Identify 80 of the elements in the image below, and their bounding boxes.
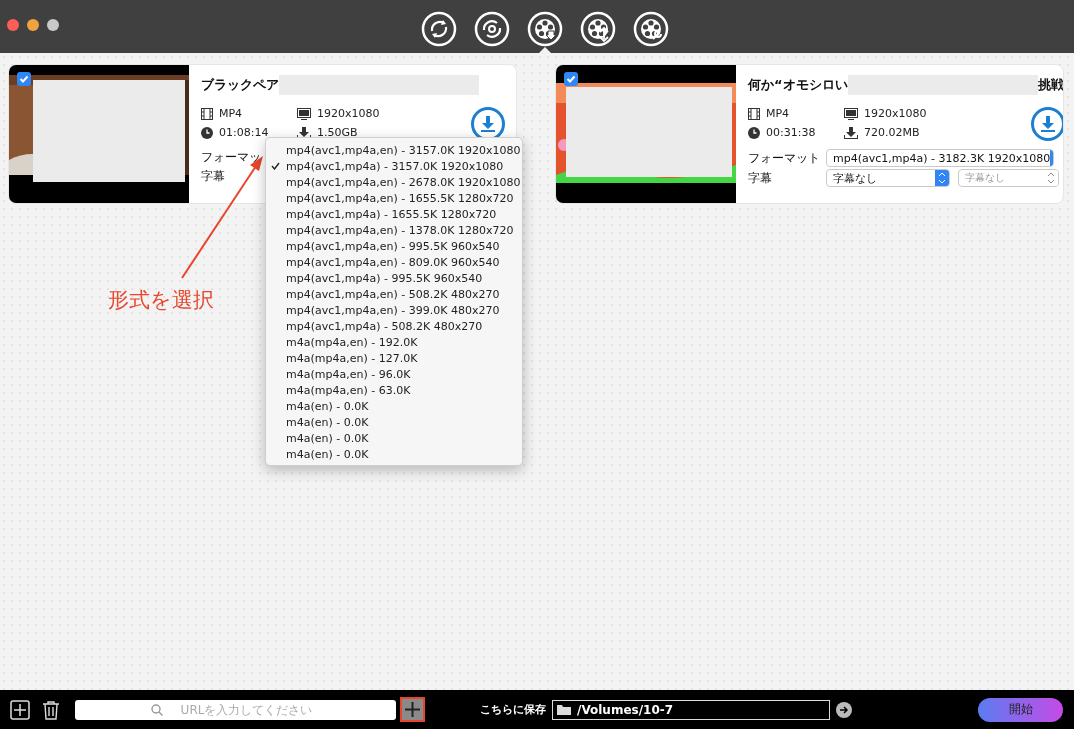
clock-icon — [748, 126, 760, 139]
folder-icon — [557, 704, 571, 715]
format-label: フォーマット — [748, 149, 818, 167]
close-button[interactable] — [7, 19, 19, 31]
film-reel-arrows-icon — [580, 11, 616, 47]
download-arrow-icon — [1040, 116, 1055, 132]
select-value: mp4(avc1,mp4a) - 3182.3K 1920x1080 — [833, 151, 1051, 165]
video-title: 何か“オモシロい — [748, 76, 848, 94]
format-option[interactable]: m4a(mp4a,en) - 127.0K — [266, 350, 522, 366]
format-option[interactable]: m4a(en) - 0.0K — [266, 398, 522, 414]
format-option[interactable]: mp4(avc1,mp4a,en) - 809.0K 960x540 — [266, 254, 522, 270]
subtitle-label: 字幕 — [201, 168, 226, 185]
monitor-icon — [297, 107, 311, 120]
resolution-text: 1920x1080 — [317, 107, 380, 120]
format-option[interactable]: m4a(en) - 0.0K — [266, 430, 522, 446]
format-select[interactable]: mp4(avc1,mp4a) - 3182.3K 1920x1080 — [826, 149, 1054, 167]
subtitle-select[interactable]: 字幕なし — [826, 169, 950, 187]
select-value: 字幕なし — [965, 171, 1005, 185]
save-path-field[interactable]: /Volumes/10-7 — [552, 699, 830, 720]
zoom-button[interactable] — [47, 19, 59, 31]
url-field[interactable]: URLを入力してください — [75, 699, 396, 720]
film-icon — [748, 107, 760, 120]
plus-icon — [404, 701, 421, 718]
toolbar-tab[interactable] — [421, 11, 457, 47]
format-option[interactable]: mp4(avc1,mp4a) - 995.5K 960x540 — [266, 270, 522, 286]
download-button[interactable] — [1030, 107, 1063, 141]
save-label: こちらに保存 — [480, 702, 546, 717]
format-option[interactable]: m4a(en) - 0.0K — [266, 446, 522, 462]
format-option[interactable]: mp4(avc1,mp4a,en) - 399.0K 480x270 — [266, 302, 522, 318]
toolbar-tab[interactable] — [474, 11, 510, 47]
format-option[interactable]: mp4(avc1,mp4a) - 3157.0K 1920x1080 — [266, 158, 522, 174]
format-option[interactable]: mp4(avc1,mp4a,en) - 1655.5K 1280x720 — [266, 190, 522, 206]
format-option[interactable]: mp4(avc1,mp4a,en) - 508.2K 480x270 — [266, 286, 522, 302]
toolbar-tab[interactable] — [633, 11, 669, 47]
format-option[interactable]: m4a(mp4a,en) - 63.0K — [266, 382, 522, 398]
select-value: 字幕なし — [833, 170, 877, 186]
video-title: ブラックペア — [201, 76, 279, 94]
size-text: 720.02MB — [864, 126, 920, 139]
format-option[interactable]: mp4(avc1,mp4a) - 1655.5K 1280x720 — [266, 206, 522, 222]
clock-icon — [201, 126, 213, 139]
format-text: MP4 — [766, 107, 790, 120]
arrow-right-button[interactable] — [836, 701, 852, 718]
video-checkbox[interactable] — [564, 72, 578, 86]
format-option[interactable]: mp4(avc1,mp4a,en) - 1378.0K 1280x720 — [266, 222, 522, 238]
video-title: 挑戦 — [1037, 76, 1063, 94]
video-checkbox[interactable] — [17, 72, 31, 86]
add-icon[interactable] — [10, 699, 30, 720]
resolution-text: 1920x1080 — [864, 107, 927, 120]
duration-text: 01:08:14 — [219, 126, 269, 139]
format-option[interactable]: m4a(mp4a,en) - 192.0K — [266, 334, 522, 350]
download-arrow-icon — [481, 116, 495, 132]
arrow-right-icon — [839, 704, 849, 715]
stepper-icon — [935, 170, 949, 186]
sync-icon — [421, 11, 457, 47]
format-option[interactable]: mp4(avc1,mp4a,en) - 2678.0K 1920x1080 — [266, 174, 522, 190]
download-icon — [297, 126, 311, 139]
size-text: 1.50GB — [317, 126, 358, 139]
add-url-button[interactable] — [400, 697, 425, 722]
format-option[interactable]: m4a(mp4a,en) - 96.0K — [266, 366, 522, 382]
annotation-text: 形式を選択 — [108, 287, 214, 314]
format-option[interactable]: mp4(avc1,mp4a,en) - 3157.0K 1920x1080 — [266, 142, 522, 158]
monitor-icon — [844, 107, 858, 120]
start-button[interactable]: 開始 — [978, 697, 1063, 722]
search-icon — [151, 703, 163, 716]
format-option[interactable]: mp4(avc1,mp4a,en) - 995.5K 960x540 — [266, 238, 522, 254]
sync-circle-icon — [474, 11, 510, 47]
trash-icon[interactable] — [42, 699, 60, 720]
duration-text: 00:31:38 — [766, 126, 816, 139]
film-reel-download-icon — [527, 11, 563, 47]
format-option[interactable]: mp4(avc1,mp4a) - 508.2K 480x270 — [266, 318, 522, 334]
toolbar-tab[interactable] — [527, 11, 563, 47]
minimize-button[interactable] — [27, 19, 39, 31]
toolbar-tab[interactable] — [580, 11, 616, 47]
format-label: フォーマッ — [201, 149, 262, 166]
format-text: MP4 — [219, 107, 243, 120]
format-option[interactable]: m4a(en) - 0.0K — [266, 414, 522, 430]
film-reel-wrench-icon — [633, 11, 669, 47]
film-icon — [201, 107, 213, 120]
subtitle-label: 字幕 — [748, 169, 773, 187]
download-icon — [844, 126, 858, 139]
